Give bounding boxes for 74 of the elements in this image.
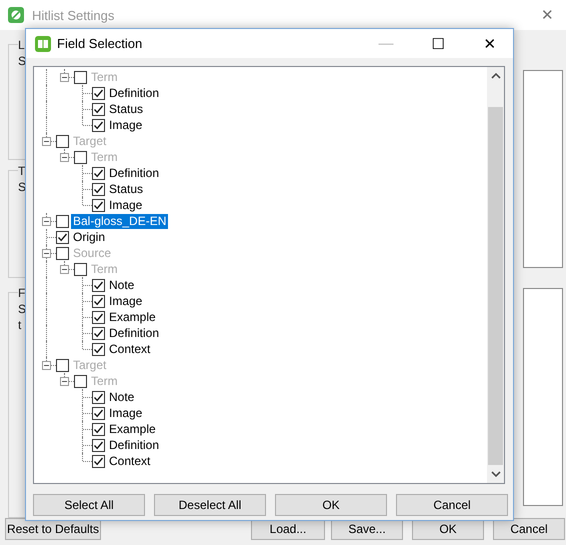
collapse-toggle[interactable]: [60, 265, 69, 274]
dialog-button[interactable]: Deselect All: [154, 494, 266, 516]
checkbox[interactable]: [56, 214, 69, 228]
tree-item[interactable]: Bal-gloss_DE-EN: [71, 214, 168, 228]
scroll-up-icon[interactable]: [490, 73, 500, 79]
checkbox[interactable]: [92, 198, 105, 212]
tree-item[interactable]: Status: [107, 102, 146, 116]
group-title: F: [18, 286, 26, 300]
dialog-button[interactable]: OK: [275, 494, 387, 516]
checkbox[interactable]: [92, 390, 105, 404]
window-title: Hitlist Settings: [32, 8, 116, 22]
dialog-button[interactable]: Cancel: [396, 494, 508, 516]
checkbox[interactable]: [92, 326, 105, 340]
tree-item[interactable]: Example: [107, 310, 158, 324]
checkbox[interactable]: [92, 454, 105, 468]
window-button[interactable]: Cancel: [493, 518, 565, 540]
tree-item[interactable]: Status: [107, 182, 146, 196]
tree-item[interactable]: Note: [107, 278, 136, 292]
scrollbar[interactable]: [487, 67, 504, 483]
group-title: T: [18, 164, 26, 178]
collapse-toggle[interactable]: [42, 137, 51, 146]
checkbox[interactable]: [56, 230, 69, 244]
tree-item[interactable]: Image: [107, 198, 144, 212]
group-text: S: [18, 54, 28, 68]
close-button[interactable]: ✕: [467, 34, 513, 52]
group-text: S: [18, 180, 28, 194]
checkbox[interactable]: [56, 246, 69, 260]
collapse-toggle[interactable]: [60, 377, 69, 386]
checkbox[interactable]: [92, 118, 105, 132]
checkbox[interactable]: [92, 342, 105, 356]
collapse-toggle[interactable]: [42, 217, 51, 226]
group-text: t: [18, 318, 22, 332]
close-button[interactable]: ✕: [541, 6, 554, 24]
scroll-down-icon[interactable]: [490, 471, 500, 477]
tree-item[interactable]: Example: [107, 422, 158, 436]
checkbox[interactable]: [92, 406, 105, 420]
tree-item[interactable]: Image: [107, 118, 144, 132]
checkbox[interactable]: [56, 358, 69, 372]
scroll-thumb[interactable]: [488, 107, 503, 465]
dialog-title: Field Selection: [57, 36, 144, 51]
collapse-toggle[interactable]: [60, 153, 69, 162]
tree-item[interactable]: Definition: [107, 86, 162, 100]
checkbox[interactable]: [74, 262, 87, 276]
tree-item[interactable]: Image: [107, 406, 144, 420]
checkbox[interactable]: [74, 374, 87, 388]
app-logo-icon: [8, 7, 24, 23]
tree-item[interactable]: Definition: [107, 438, 162, 452]
checkbox[interactable]: [92, 86, 105, 100]
dialog-button[interactable]: Select All: [33, 494, 145, 516]
checkbox[interactable]: [56, 134, 69, 148]
tree-item[interactable]: Definition: [107, 166, 162, 180]
checkbox[interactable]: [92, 102, 105, 116]
group-title: L: [18, 38, 25, 52]
checkbox[interactable]: [92, 182, 105, 196]
checkbox[interactable]: [74, 70, 87, 84]
tree-item[interactable]: Definition: [107, 326, 162, 340]
maximize-button[interactable]: ☐: [415, 34, 461, 52]
checkbox[interactable]: [92, 294, 105, 308]
checkbox[interactable]: [92, 438, 105, 452]
checkbox[interactable]: [92, 166, 105, 180]
tree-item[interactable]: Origin: [71, 230, 108, 244]
group-text: S: [18, 302, 28, 316]
tree-item[interactable]: Context: [107, 342, 152, 356]
checkbox[interactable]: [92, 278, 105, 292]
checkbox[interactable]: [74, 150, 87, 164]
collapse-toggle[interactable]: [42, 249, 51, 258]
checkbox[interactable]: [92, 422, 105, 436]
tree-item[interactable]: Context: [107, 454, 152, 468]
tree-item[interactable]: Image: [107, 294, 144, 308]
book-icon: [35, 36, 51, 52]
checkbox[interactable]: [92, 310, 105, 324]
collapse-toggle[interactable]: [60, 73, 69, 82]
tree-item[interactable]: Note: [107, 390, 136, 404]
collapse-toggle[interactable]: [42, 361, 51, 370]
